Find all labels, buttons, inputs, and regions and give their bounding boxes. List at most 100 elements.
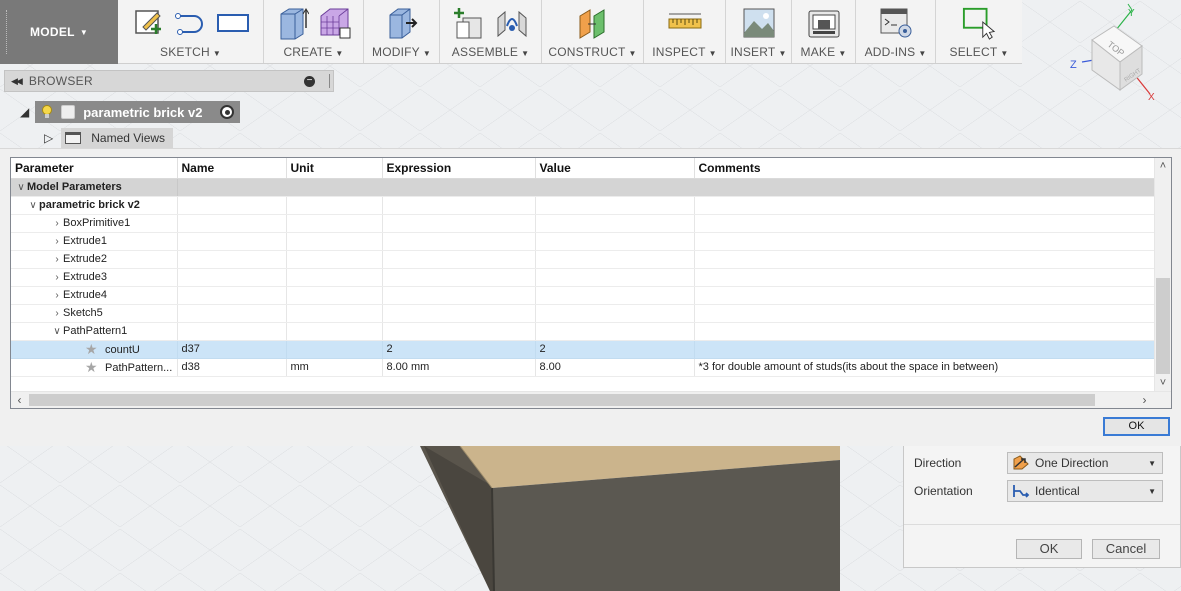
toolbar-group-sketch[interactable]: SKETCH ▼ [118,0,264,63]
vertical-scroll-thumb[interactable] [1156,278,1170,374]
measure-icon[interactable] [668,6,702,40]
feature-row[interactable]: › BoxPrimitive1 [11,214,1156,233]
parameter-unit-cell[interactable] [286,340,383,359]
parameter-row[interactable]: ★ PathPattern... d38 mm 8.00 mm 8.00 *3 f… [11,358,1156,377]
toolbar-group-select[interactable]: SELECT ▼ [936,0,1022,63]
feature-label: Extrude3 [63,271,108,283]
toolbar-group-make[interactable]: MAKE ▼ [792,0,856,63]
favorite-star-icon[interactable]: ★ [85,360,101,374]
column-header-unit[interactable]: Unit [286,158,383,179]
scripts-icon[interactable] [879,6,913,40]
line-tool-icon[interactable] [174,6,208,40]
feature-row[interactable]: › Extrude3 [11,268,1156,287]
chevron-down-icon[interactable]: ∨ [51,326,63,337]
favorite-star-icon[interactable]: ★ [85,342,101,356]
feature-row[interactable]: ∨ PathPattern1 [11,322,1156,341]
empty-cell [382,250,536,269]
chevron-right-icon[interactable]: › [51,254,63,265]
chevron-right-icon[interactable]: › [51,272,63,283]
scroll-right-icon[interactable]: › [1136,392,1153,408]
toolbar-group-inspect[interactable]: INSPECT ▼ [644,0,726,63]
chevron-right-icon[interactable]: › [51,290,63,301]
feature-row[interactable]: › Extrude4 [11,286,1156,305]
expand-triangle-icon[interactable]: ▷ [44,131,53,145]
browser-root-node[interactable]: parametric brick v2 [35,101,241,123]
vertical-scrollbar[interactable]: ˄ ˅ [1154,158,1171,392]
caret-down-icon: ▼ [918,49,927,58]
view-cube[interactable]: Y Z X TOP RIGHT [1062,0,1181,110]
parameter-expression-cell[interactable]: 8.00 mm [382,358,536,377]
component-row[interactable]: ∨ parametric brick v2 [11,196,1156,215]
new-component-icon[interactable] [453,6,487,40]
browser-root-row[interactable]: ◢ parametric brick v2 [20,100,241,124]
toolbar-group-insert[interactable]: INSERT ▼ [726,0,792,63]
column-header-expression[interactable]: Expression [382,158,536,179]
toolbar-group-create[interactable]: CREATE ▼ [264,0,364,63]
parameter-name-cell[interactable]: d37 [177,340,287,359]
scroll-down-icon[interactable]: ˅ [1155,375,1171,392]
horizontal-scrollbar[interactable]: ‹ › [11,391,1171,408]
resize-grip-icon[interactable] [329,74,331,88]
activate-radio-icon[interactable] [220,105,235,119]
chevron-right-icon[interactable]: › [51,236,63,247]
parameter-expression-cell[interactable]: 2 [382,340,536,359]
select-arrow-icon[interactable] [962,6,996,40]
form-icon[interactable] [318,6,352,40]
collapse-panel-icon[interactable]: ◀◀ [11,76,23,87]
feature-row[interactable]: › Sketch5 [11,304,1156,323]
caret-down-icon: ▼ [521,49,530,58]
empty-cell [382,178,536,197]
chevron-down-icon[interactable]: ∨ [15,182,27,193]
direction-select[interactable]: One Direction ▼ [1007,452,1163,474]
toolbar-group-construct[interactable]: CONSTRUCT ▼ [542,0,644,63]
parameter-comments-cell[interactable]: *3 for double amount of studs(its about … [694,358,1156,377]
parameter-value-cell: 8.00 [535,358,695,377]
empty-cell [535,322,695,341]
press-pull-icon[interactable] [385,6,419,40]
joint-icon[interactable] [495,6,529,40]
toolbar-group-add-ins[interactable]: ADD-INS ▼ [856,0,936,63]
offset-plane-icon[interactable] [576,6,610,40]
rectangle-tool-icon[interactable] [216,6,250,40]
column-header-parameter[interactable]: Parameter [11,158,178,179]
parameter-unit-cell[interactable]: mm [286,358,383,377]
insert-image-icon[interactable] [742,6,776,40]
toolbar-group-modify[interactable]: MODIFY ▼ [364,0,440,63]
browser-panel-header[interactable]: ◀◀ BROWSER − [4,70,334,92]
feature-row[interactable]: › Extrude1 [11,232,1156,251]
column-header-value[interactable]: Value [535,158,695,179]
minimize-icon[interactable]: − [304,75,315,87]
horizontal-scroll-thumb[interactable] [29,394,1095,406]
named-views-node[interactable]: Named Views [61,128,174,148]
scroll-up-icon[interactable]: ˄ [1155,158,1171,175]
column-header-name[interactable]: Name [177,158,287,179]
parameter-label: countU [105,343,140,356]
visibility-bulb-icon[interactable] [41,105,53,119]
chevron-right-icon[interactable]: › [51,218,63,229]
parameter-row[interactable]: ★ countU d37 2 2 [11,340,1156,359]
pattern-ok-button[interactable]: OK [1016,539,1082,559]
browser-named-views-row[interactable]: ▷ Named Views [44,128,174,148]
parameter-label: PathPattern... [105,361,173,374]
parameter-comments-cell[interactable] [694,340,1156,359]
chevron-down-icon[interactable]: ∨ [27,200,39,211]
orientation-select[interactable]: Identical ▼ [1007,480,1163,502]
3d-print-icon[interactable] [807,6,841,40]
parameters-ok-button[interactable]: OK [1103,417,1170,436]
direction-row: Direction One Direction ▼ [914,451,1172,475]
expand-triangle-icon[interactable]: ◢ [20,105,29,119]
model-parameters-group-row[interactable]: ∨ Model Parameters [11,178,1156,197]
workspace-switcher-button[interactable]: MODEL ▼ [0,0,118,64]
feature-row[interactable]: › Extrude2 [11,250,1156,269]
toolbar-group-assemble[interactable]: ASSEMBLE ▼ [440,0,542,63]
create-sketch-icon[interactable] [132,6,166,40]
brick-3d-model[interactable] [420,446,850,591]
column-header-comments[interactable]: Comments [694,158,1156,179]
extrude-icon[interactable] [276,6,310,40]
pattern-cancel-button[interactable]: Cancel [1092,539,1160,559]
parameter-name-cell[interactable]: d38 [177,358,287,377]
scroll-left-icon[interactable]: ‹ [11,392,28,408]
parameter-cell: ★ PathPattern... [11,358,178,377]
empty-cell [177,232,287,251]
chevron-right-icon[interactable]: › [51,308,63,319]
